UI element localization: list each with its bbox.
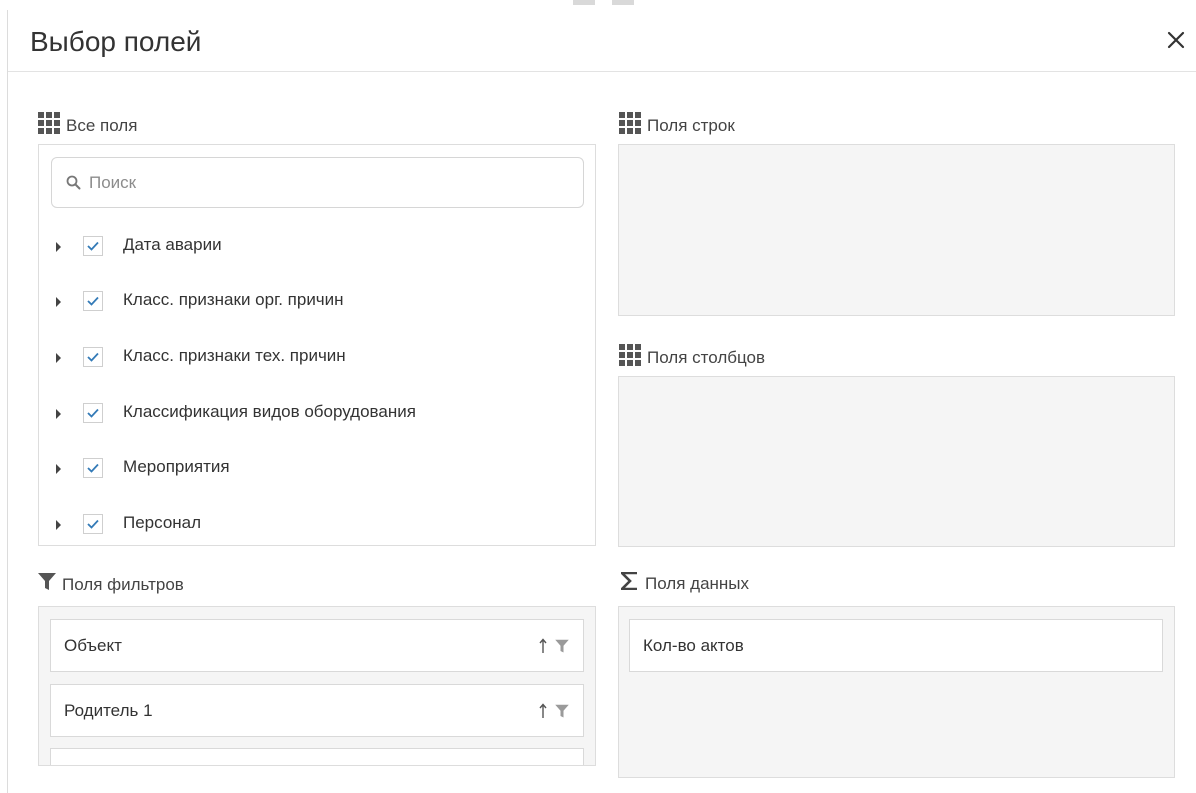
tree-item[interactable]: Класс. признаки тех. причин <box>39 338 595 378</box>
column-fields-header: Поля столбцов <box>619 344 765 371</box>
checkmark-icon <box>87 463 99 473</box>
tree-item-label: Класс. признаки тех. причин <box>123 346 346 365</box>
grid-icon <box>38 112 60 139</box>
search-icon <box>66 175 81 190</box>
filter-field-item[interactable]: Объект <box>50 619 584 672</box>
checkmark-icon <box>87 352 99 362</box>
search-box[interactable] <box>51 157 584 208</box>
expand-arrow-icon[interactable] <box>56 464 61 474</box>
tree-item-label: Мероприятия <box>123 457 230 476</box>
tree-item[interactable]: Класс. признаки орг. причин <box>39 282 595 322</box>
all-fields-header: Все поля <box>38 112 137 139</box>
filter-icon <box>38 572 56 597</box>
sigma-icon <box>618 571 639 595</box>
tree-item-label: Класс. признаки орг. причин <box>123 290 344 309</box>
filter-fields-dropzone[interactable]: Объект Родитель 1 <box>38 606 596 766</box>
checkbox[interactable] <box>83 347 103 367</box>
checkbox[interactable] <box>83 458 103 478</box>
filter-field-item[interactable]: Родитель 1 <box>50 684 584 737</box>
filter-field-label: Родитель 1 <box>64 700 153 720</box>
sort-arrow-icon[interactable] <box>539 703 547 719</box>
filter-field-label: Объект <box>64 635 122 655</box>
field-tree: Дата аварии Класс. признаки орг. причин … <box>39 219 595 545</box>
top-strip <box>0 0 1196 10</box>
filter-field-item-partial[interactable] <box>50 748 584 765</box>
tree-item-label: Персонал <box>123 513 202 532</box>
dialog-title: Выбор полей <box>30 26 202 57</box>
expand-arrow-icon[interactable] <box>56 520 61 530</box>
checkbox[interactable] <box>83 514 103 534</box>
top-nub <box>573 0 595 5</box>
expand-arrow-icon[interactable] <box>56 353 61 363</box>
tree-item-label: Дата аварии <box>123 235 222 254</box>
checkmark-icon <box>87 241 99 251</box>
column-fields-label: Поля столбцов <box>647 347 766 367</box>
close-icon <box>1167 31 1185 49</box>
filter-fields-header: Поля фильтров <box>38 572 184 597</box>
checkbox[interactable] <box>83 291 103 311</box>
filter-icon[interactable] <box>555 704 569 719</box>
data-field-label: Кол-во актов <box>643 635 744 655</box>
top-nub <box>612 0 634 5</box>
expand-arrow-icon[interactable] <box>56 297 61 307</box>
row-fields-header: Поля строк <box>619 112 735 139</box>
dialog-header: Выбор полей <box>8 10 1196 72</box>
row-fields-label: Поля строк <box>647 115 735 135</box>
data-fields-header: Поля данных <box>618 571 750 595</box>
row-fields-dropzone[interactable] <box>618 144 1175 316</box>
all-fields-label: Все поля <box>66 115 138 135</box>
dialog-left-edge <box>7 10 8 793</box>
column-fields-dropzone[interactable] <box>618 376 1175 547</box>
checkmark-icon <box>87 519 99 529</box>
sort-arrow-icon[interactable] <box>539 638 547 654</box>
filter-fields-label: Поля фильтров <box>62 574 184 594</box>
checkbox[interactable] <box>83 236 103 256</box>
tree-item-label: Классификация видов оборудования <box>123 402 416 421</box>
close-button[interactable] <box>1164 28 1188 52</box>
all-fields-panel: Дата аварии Класс. признаки орг. причин … <box>38 144 596 546</box>
checkmark-icon <box>87 296 99 306</box>
data-field-item[interactable]: Кол-во актов <box>629 619 1163 672</box>
grid-icon <box>619 112 641 139</box>
tree-item[interactable]: Персонал <box>39 505 595 545</box>
tree-item[interactable]: Мероприятия <box>39 449 595 489</box>
expand-arrow-icon[interactable] <box>56 242 61 252</box>
search-input[interactable] <box>87 171 571 194</box>
grid-icon <box>619 344 641 371</box>
tree-item[interactable]: Дата аварии <box>39 227 595 267</box>
expand-arrow-icon[interactable] <box>56 409 61 419</box>
data-fields-label: Поля данных <box>645 573 750 593</box>
checkmark-icon <box>87 408 99 418</box>
checkbox[interactable] <box>83 403 103 423</box>
tree-item[interactable]: Классификация видов оборудования <box>39 394 595 434</box>
filter-icon[interactable] <box>555 639 569 654</box>
data-fields-dropzone[interactable]: Кол-во актов <box>618 606 1175 778</box>
